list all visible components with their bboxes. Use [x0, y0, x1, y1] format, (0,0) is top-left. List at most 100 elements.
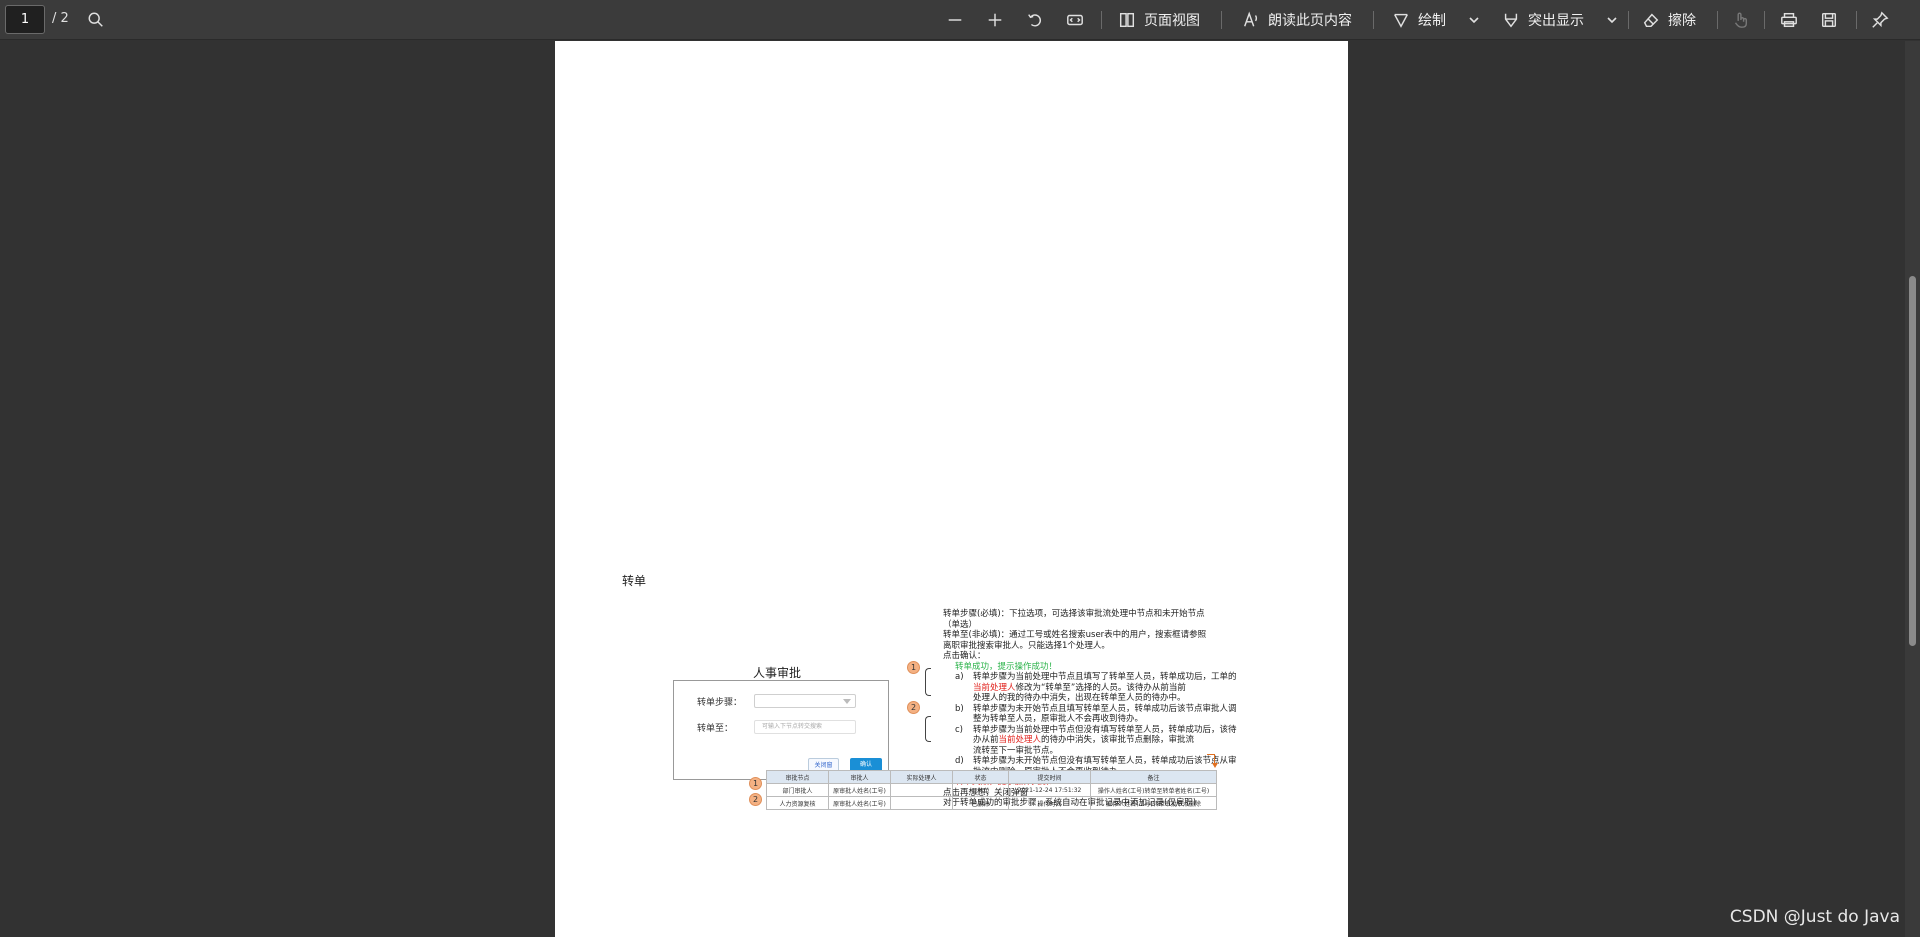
table-header: 备注 [1090, 770, 1217, 784]
item-label: b) [955, 703, 964, 714]
note-text: 修改为“转单至”选择的人员。该待办从前当前 [1015, 682, 1186, 693]
note-text: 的待办中消失，该审批节点删除，审批流 [1041, 735, 1195, 745]
pdf-page-1 [555, 41, 1348, 525]
table-cell: 部门审批人 [766, 783, 829, 797]
table-header: 审批人 [828, 770, 891, 784]
note-text: 转单步骤为未开始节点且填写转单至人员，转单成功后该节点审批人调 [973, 703, 1237, 714]
brace-marker [925, 716, 931, 742]
note-line: 整为转单至人员，原审批人不会再收到待办。 [973, 714, 1144, 724]
step-badge: 2 [907, 701, 920, 714]
draw-button[interactable]: 绘制 [1392, 8, 1446, 32]
note-line: 转单至(非必填)：通过工号或姓名搜索user表中的用户，搜索框请参照 [943, 630, 1207, 640]
note-text: 办从前 [973, 735, 999, 745]
table-cell: 原审批人姓名(工号) [828, 783, 891, 797]
chevron-down-icon[interactable] [1462, 8, 1486, 32]
toolbar-divider [1764, 11, 1765, 29]
draw-icon [1394, 13, 1408, 28]
step-label: 转单步骤： [697, 698, 743, 708]
page-view-icon [1119, 12, 1135, 28]
pdf-toolbar: 1 / 2 页面视图 朗读此页内容 绘制 突出显示 擦除 [0, 0, 1920, 40]
transfer-to-input: 可输入下节点转交搜索 [754, 720, 856, 734]
step-badge: 1 [907, 661, 920, 674]
read-aloud-label: 朗读此页内容 [1268, 13, 1352, 29]
note-item-c: c) 转单步骤为当前处理中节点但没有填写转单至人员，转单成功后，该待 [943, 725, 1253, 736]
section-title: 转单 [622, 574, 647, 588]
highlight-text: 当前处理人 [998, 735, 1042, 745]
table-header: 审批节点 [766, 770, 829, 784]
table-header: 提交时间 [1008, 770, 1091, 784]
note-line: 处理人的我的待办中消失，出现在转单至人员的待办中。 [973, 693, 1186, 703]
rotate-icon[interactable] [1023, 8, 1047, 32]
watermark: CSDN @Just do Java [1729, 907, 1900, 927]
draw-label: 绘制 [1418, 13, 1446, 29]
toolbar-divider [1717, 11, 1718, 29]
row-badge: 1 [749, 777, 762, 790]
zoom-out-icon[interactable] [943, 8, 967, 32]
item-label: a) [955, 672, 964, 682]
brace-marker [925, 668, 931, 696]
note-line: 当前处理人修改为“转单至”选择的人员。该待办从前当前 [943, 683, 1253, 694]
page-view-label: 页面视图 [1144, 13, 1200, 29]
table-row: 人力资源复核 原审批人姓名(工号) 已删除 操作时间 操作人姓名(工号)转单审批… [766, 796, 1217, 810]
approval-record-table: 审批节点 审批人 实际处理人 状态 提交时间 备注 部门审批人 原审批人姓名(工… [766, 770, 1217, 810]
table-cell: 原审批人姓名(工号) [828, 796, 891, 810]
erase-label: 擦除 [1668, 13, 1696, 29]
transfer-to-label: 转单至： [697, 724, 734, 734]
note-line: 办从前当前处理人的待办中消失，该审批节点删除，审批流 [943, 735, 1253, 746]
table-cell: 操作人姓名(工号)转单至转单者姓名(工号) [1090, 783, 1217, 797]
note-text: 转单步骤为当前处理中节点但没有填写转单至人员，转单成功后，该待 [973, 724, 1237, 735]
highlight-button[interactable]: 突出显示 [1502, 8, 1584, 32]
table-cell: 已转单 [952, 783, 1009, 797]
table-cell: 操作时间 [1008, 796, 1091, 810]
highlighter-icon [1504, 13, 1518, 28]
note-line: 点击确认： [943, 651, 986, 661]
document-viewer[interactable]: 转单 人事审批 转单步骤： 转单至： 可输入下节点转交搜索 关闭窗 确认 转单步… [0, 41, 1920, 937]
toolbar-divider [1221, 11, 1222, 29]
zoom-in-icon[interactable] [983, 8, 1007, 32]
note-text: 转单步骤为未开始节点但没有填写转单至人员，转单成功后该节点从审 [973, 756, 1237, 766]
toolbar-divider [1628, 11, 1629, 29]
item-label: c) [955, 724, 963, 735]
fit-width-icon[interactable] [1063, 8, 1087, 32]
table-cell: 操作人姓名(工号)转单审批节点删除 [1090, 796, 1217, 810]
table-header-row: 审批节点 审批人 实际处理人 状态 提交时间 备注 [766, 770, 1217, 784]
arrow-head-icon [1212, 763, 1218, 768]
chevron-down-icon[interactable] [1600, 8, 1624, 32]
item-label: d) [955, 756, 964, 766]
dialog-mockup: 转单步骤： 转单至： 可输入下节点转交搜索 关闭窗 确认 [673, 680, 889, 780]
note-item-b: b) 转单步骤为未开始节点且填写转单至人员，转单成功后该节点审批人调 [943, 704, 1253, 715]
pdf-page-2: 转单 人事审批 转单步骤： 转单至： 可输入下节点转交搜索 关闭窗 确认 转单步… [555, 498, 1348, 937]
search-icon[interactable] [84, 8, 108, 32]
page-view-button[interactable]: 页面视图 [1118, 8, 1200, 32]
read-aloud-icon [1244, 11, 1258, 27]
vertical-scrollbar[interactable] [1905, 41, 1920, 937]
table-header: 实际处理人 [890, 770, 953, 784]
table-cell: 2021-12-24 17:51:32 [1008, 783, 1091, 797]
pin-icon[interactable] [1868, 8, 1892, 32]
note-line: （单选） [943, 619, 978, 630]
note-text: 转单步骤为当前处理中节点且填写了转单至人员，转单成功后，工单的 [973, 672, 1237, 682]
highlight-label: 突出显示 [1528, 13, 1584, 29]
save-icon[interactable] [1817, 8, 1841, 32]
note-line: 离职审批搜索审批人。只能选择1个处理人。 [943, 640, 1110, 651]
touch-write-icon[interactable] [1728, 8, 1752, 32]
note-line: 转单步骤(必填)：下拉选项，可选择该审批流处理中节点和未开始节点 [943, 609, 1205, 619]
toolbar-divider [1373, 11, 1374, 29]
highlight-text: 当前处理人 [973, 682, 1016, 693]
page-number-input[interactable]: 1 [5, 5, 45, 34]
table-cell [890, 796, 953, 810]
scrollbar-thumb[interactable] [1909, 276, 1916, 646]
toolbar-divider [1856, 11, 1857, 29]
erase-button[interactable]: 擦除 [1642, 8, 1696, 32]
dialog-title: 人事审批 [753, 666, 802, 680]
note-item-a: a) 转单步骤为当前处理中节点且填写了转单至人员，转单成功后，工单的 [943, 672, 1253, 683]
row-badge: 2 [749, 793, 762, 806]
table-cell [890, 783, 953, 797]
print-icon[interactable] [1777, 8, 1801, 32]
table-cell: 已删除 [952, 796, 1009, 810]
page-total-label: / 2 [52, 11, 69, 26]
toolbar-divider [1101, 11, 1102, 29]
table-row: 部门审批人 原审批人姓名(工号) 已转单 2021-12-24 17:51:32… [766, 783, 1217, 797]
table-cell: 人力资源复核 [766, 796, 829, 810]
read-aloud-button[interactable]: 朗读此页内容 [1242, 8, 1352, 32]
